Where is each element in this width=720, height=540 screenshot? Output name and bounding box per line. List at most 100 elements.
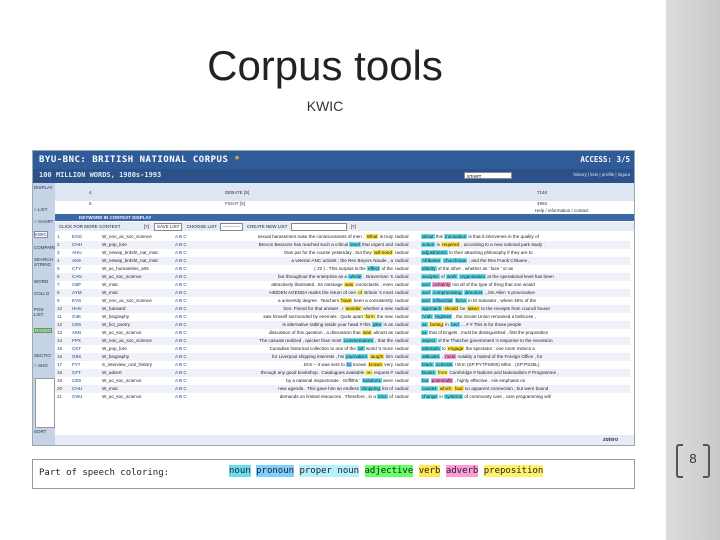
context-links[interactable]: A B C (175, 305, 193, 313)
kwic-row[interactable]: 8 AYM W_misc A B C HIDDEN AGENDA marks the r… (55, 289, 630, 297)
context-links[interactable]: A B C (175, 257, 193, 265)
help-link[interactable]: Help / information / contact (535, 207, 589, 214)
context-links[interactable]: A B C (175, 273, 193, 281)
context-links[interactable]: A B C (175, 233, 193, 241)
kwic-row[interactable]: 9 EVS W_non_ac_soc_science A B C a universit… (55, 297, 630, 305)
sidebar-compare-option[interactable]: COMPARE (34, 245, 56, 250)
keyword[interactable]: radical (395, 329, 419, 337)
source-code[interactable]: EVS (72, 297, 102, 305)
context-links[interactable]: A B C (175, 345, 193, 353)
source-code[interactable]: AK9 (72, 257, 102, 265)
source-code[interactable]: FPX (72, 337, 102, 345)
sidebar-kwic-option[interactable]: KWIC (34, 231, 48, 238)
kwic-row[interactable]: 1 EGG W_non_ac_soc_science A B C sexual hara… (55, 233, 630, 241)
keyword[interactable]: radical (395, 233, 419, 241)
start-select[interactable]: START (464, 172, 512, 179)
source-code[interactable]: CHU (72, 385, 102, 393)
keyword[interactable]: radical (395, 337, 419, 345)
source-code[interactable]: A6N (72, 329, 102, 337)
source-code[interactable]: CAN (72, 273, 102, 281)
keyword[interactable]: radical (395, 241, 419, 249)
context-links[interactable]: A B C (175, 353, 193, 361)
kwic-row[interactable]: 19 CE9 W_ac_soc_science A B C by a national … (55, 377, 630, 385)
sidebar-show-option[interactable]: ○ SHO (34, 363, 48, 368)
kwic-row[interactable]: 10 HHV W_hansard A B C hon. Friend for that … (55, 305, 630, 313)
keyword[interactable]: radical (395, 273, 419, 281)
sidebar-random[interactable]: RANDO (34, 328, 53, 333)
context-links[interactable]: A B C (175, 241, 193, 249)
kwic-row[interactable]: 6 CAN W_ac_soc_science A B C but throughout … (55, 273, 630, 281)
kwic-row[interactable]: 21 GWJ W_ac_soc_science A B C demands on lim… (55, 393, 630, 401)
kwic-row[interactable]: 13 A6N W_ac_soc_science A B C discussion of … (55, 329, 630, 337)
keyword[interactable]: radical (395, 257, 419, 265)
source-code[interactable]: CBF (72, 281, 102, 289)
help-icon[interactable]: [?] (144, 224, 149, 229)
source-code[interactable]: CFT (72, 369, 102, 377)
context-links[interactable]: A B C (175, 377, 193, 385)
source-code[interactable]: AYM (72, 289, 102, 297)
context-links[interactable]: A B C (175, 337, 193, 345)
source-code[interactable]: CTY (72, 265, 102, 273)
create-list-input[interactable] (290, 223, 347, 231)
source-code[interactable]: CE9 (72, 377, 102, 385)
top-row-label[interactable]: FIGHT [S] (225, 200, 245, 207)
kwic-row[interactable]: 18 CFT W_advert A B C through any good books… (55, 369, 630, 377)
keyword[interactable]: radical (395, 297, 419, 305)
kwic-row[interactable]: 14 FPX W_non_ac_soc_science A B C The casual… (55, 337, 630, 345)
context-links[interactable]: A B C (175, 385, 193, 393)
context-links[interactable]: A B C (175, 281, 193, 289)
kwic-row[interactable]: 2 CHH W_pop_lore A B C Brecon Beacons has re… (55, 241, 630, 249)
keyword[interactable]: radical (395, 249, 419, 257)
top-row-label[interactable]: DEBATE [S] (225, 189, 249, 196)
keyword[interactable]: radical (395, 321, 419, 329)
source-code[interactable]: AHU (72, 249, 102, 257)
source-code[interactable]: G3K (72, 313, 102, 321)
kwic-row[interactable]: 12 CE6 W_fict_poetry A B C is alternative ra… (55, 321, 630, 329)
account-links[interactable]: history | lists | profile | logout (573, 172, 630, 177)
keyword[interactable]: radical (395, 377, 419, 385)
help-icon[interactable]: [?] (351, 224, 356, 229)
save-list-button[interactable]: SAVE LIST (153, 223, 183, 231)
context-links[interactable]: A B C (175, 369, 193, 377)
sidebar-chart-option[interactable]: ○ CHART (34, 219, 53, 224)
source-code[interactable]: HHV (72, 305, 102, 313)
sidebar-pos-list[interactable]: POS LIST (34, 307, 54, 317)
context-links[interactable]: A B C (175, 321, 193, 329)
sidebar-list-option[interactable]: ○ LIST (34, 207, 47, 212)
context-links[interactable]: A B C (175, 361, 193, 369)
context-links[interactable]: A B C (175, 265, 193, 273)
source-code[interactable]: EGG (72, 233, 102, 241)
keyword[interactable]: radical (395, 289, 419, 297)
context-links[interactable]: A B C (175, 289, 193, 297)
keyword[interactable]: radical (395, 385, 419, 393)
keyword[interactable]: radical (395, 361, 419, 369)
keyword[interactable]: radical (395, 345, 419, 353)
keyword[interactable]: radical (395, 353, 419, 361)
keyword[interactable]: radical (395, 305, 419, 313)
kwic-row[interactable]: 16 G5X W_biography A B C for Liverpool shipp… (55, 353, 630, 361)
source-code[interactable]: CKT (72, 345, 102, 353)
sidebar-sections-list[interactable] (35, 378, 55, 428)
kwic-row[interactable]: 11 G3K W_biography A B C saw himself surroun… (55, 313, 630, 321)
kwic-row[interactable]: 15 CKT W_pop_lore A B C Canadian historical … (55, 345, 630, 353)
kwic-row[interactable]: 5 CTY W_ac_humanities_arts A B C ( 22 ) . Th… (55, 265, 630, 273)
source-code[interactable]: GWJ (72, 393, 102, 401)
source-code[interactable]: FY7 (72, 361, 102, 369)
kwic-row[interactable]: 20 CHU W_misc A B C new agenda . This gave h… (55, 385, 630, 393)
source-code[interactable]: CE6 (72, 321, 102, 329)
choose-list-select[interactable]: ----------- (220, 223, 243, 231)
kwic-row[interactable]: 7 CBF W_misc A B C attractively illustrated … (55, 281, 630, 289)
keyword[interactable]: radical (395, 281, 419, 289)
keyword[interactable]: radical (395, 265, 419, 273)
keyword[interactable]: radical (395, 313, 419, 321)
context-links[interactable]: A B C (175, 313, 193, 321)
context-links[interactable]: A B C (175, 297, 193, 305)
context-links[interactable]: A B C (175, 249, 193, 257)
kwic-row[interactable]: 17 FY7 S_interview_oral_history A B C . Erm … (55, 361, 630, 369)
kwic-row[interactable]: 3 AHU W_newsp_brdsht_nat_misc A B C than par… (55, 249, 630, 257)
keyword[interactable]: radical (395, 393, 419, 401)
keyword[interactable]: radical (395, 369, 419, 377)
context-links[interactable]: A B C (175, 329, 193, 337)
zotero-label[interactable]: zotero (603, 437, 618, 443)
kwic-row[interactable]: 4 AK9 W_newsp_brdsht_nat_misc A B C a vetera… (55, 257, 630, 265)
